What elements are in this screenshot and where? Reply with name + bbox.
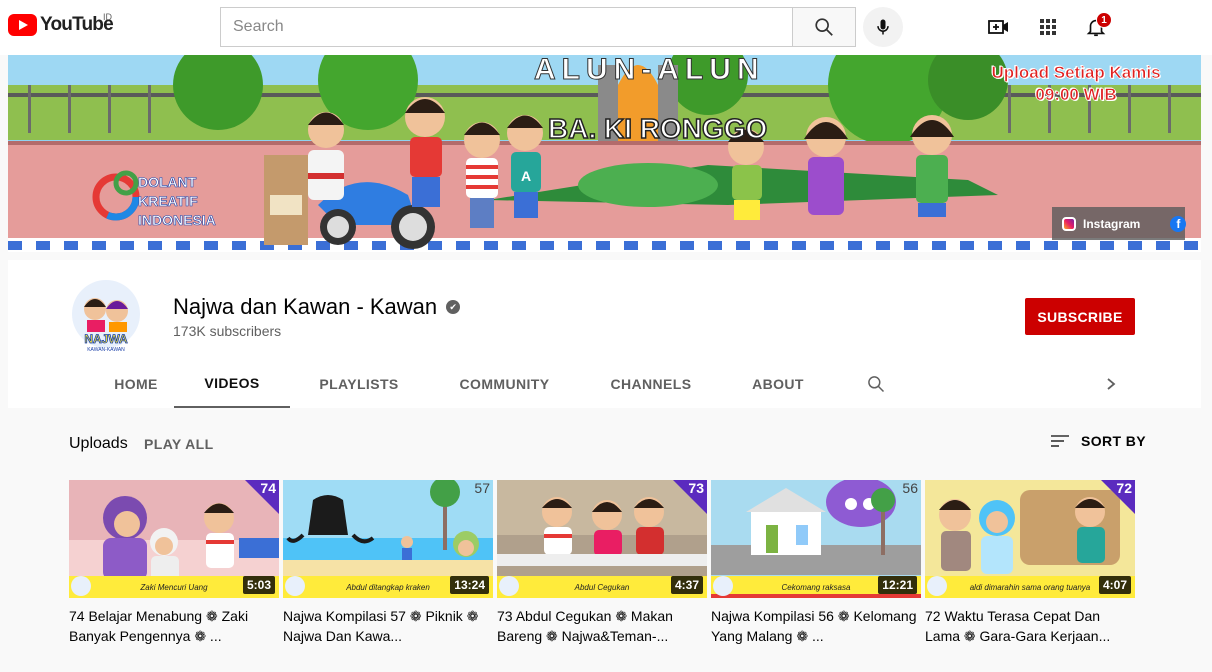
episode-number: 74: [260, 480, 276, 496]
video-thumbnail[interactable]: 57 Abdul ditangkap kraken 13:24: [283, 480, 493, 598]
video-title[interactable]: 74 Belajar Menabung ❁ Zaki Banyak Pengen…: [69, 606, 279, 646]
video-thumbnail[interactable]: 73 Abdul Cegukan 4:37: [497, 480, 707, 598]
play-all-button[interactable]: PLAY ALL: [144, 436, 214, 452]
subscriber-count: 173K subscribers: [173, 323, 282, 339]
youtube-play-icon: [8, 14, 37, 36]
instagram-icon: [1062, 216, 1076, 231]
channel-search-button[interactable]: [858, 360, 894, 408]
avatar-title: NAJWA: [84, 332, 128, 346]
create-button[interactable]: [986, 14, 1012, 40]
video-thumbnail[interactable]: 56 Cekomang raksasa 12:21: [711, 480, 921, 598]
brand-line-1: DOLANT: [138, 174, 197, 191]
video-duration: 5:03: [242, 576, 275, 594]
create-video-icon: [988, 20, 1008, 34]
voice-search-button[interactable]: [863, 7, 903, 47]
video-thumbnail[interactable]: 72 aldi dimarahin sama orang tuanya 4:07: [925, 480, 1135, 598]
channel-banner: A ALUN-ALUN BA. KI RONGGO Upload Setiap …: [8, 55, 1201, 252]
youtube-logo[interactable]: YouTube: [8, 14, 114, 36]
country-code: ID: [103, 12, 112, 22]
verified-icon: ✔: [446, 300, 461, 314]
video-card[interactable]: 56 Cekomang raksasa 12:21 Najwa Kompilas…: [711, 480, 921, 646]
mic-icon: [877, 19, 889, 35]
facebook-link[interactable]: f: [1170, 215, 1187, 232]
channel-name: Najwa dan Kawan - Kawan ✔: [173, 294, 461, 320]
video-duration: 12:21: [878, 576, 917, 594]
channel-avatar[interactable]: NAJWA KAWAN-KAWAN: [71, 277, 141, 357]
chevron-right-icon: [1107, 378, 1116, 390]
instagram-label: Instagram: [1083, 216, 1141, 231]
sort-by-label: SORT BY: [1081, 433, 1147, 449]
svg-text:A: A: [521, 168, 531, 184]
episode-number: 73: [688, 480, 704, 496]
upload-time: 09:00 WIB: [1035, 85, 1117, 105]
subscribe-button[interactable]: SUBSCRIBE: [1025, 298, 1135, 335]
channel-name-text: Najwa dan Kawan - Kawan: [173, 294, 438, 319]
tab-about[interactable]: ABOUT: [738, 360, 818, 408]
tabs-scroll-right-button[interactable]: [1096, 360, 1126, 408]
instagram-link[interactable]: Instagram: [1062, 216, 1141, 231]
tab-home[interactable]: HOME: [91, 360, 181, 408]
avatar-artwork: NAJWA KAWAN-KAWAN: [72, 280, 140, 353]
video-duration: 4:37: [670, 576, 703, 594]
search-icon: [868, 376, 885, 393]
brand-line-2: KREATIF: [138, 193, 198, 210]
upload-day: Upload Setiap Kamis: [991, 63, 1161, 83]
search-icon: [815, 18, 833, 36]
uploads-section: Uploads PLAY ALL SORT BY 74 Zaki Mencuri…: [8, 408, 1201, 672]
tab-videos[interactable]: VIDEOS: [174, 360, 290, 408]
banner-social-links: Instagram f: [1052, 207, 1187, 240]
video-duration: 4:07: [1098, 576, 1131, 594]
uploads-title: Uploads: [69, 435, 128, 452]
video-thumbnail[interactable]: 74 Zaki Mencuri Uang 5:03: [69, 480, 279, 598]
banner-brand-logo: DOLANT KREATIF INDONESIA: [138, 173, 216, 230]
notifications-button[interactable]: 1: [1083, 12, 1112, 40]
banner-title: ALUN-ALUN: [534, 55, 765, 87]
channel-header: NAJWA KAWAN-KAWAN Najwa dan Kawan - Kawa…: [8, 260, 1201, 408]
apps-grid-icon: [1040, 19, 1056, 35]
sort-by-button[interactable]: SORT BY: [1049, 433, 1146, 449]
banner-subtitle: BA. KI RONGGO: [547, 112, 768, 145]
top-bar: YouTube ID 1: [0, 0, 1212, 55]
video-title[interactable]: Najwa Kompilasi 56 ❁ Kelomang Yang Malan…: [711, 606, 921, 646]
video-card[interactable]: 74 Zaki Mencuri Uang 5:03 74 Belajar Men…: [69, 480, 279, 646]
banner-upload-schedule: Upload Setiap Kamis 09:00 WIB: [976, 62, 1176, 106]
episode-number: 57: [474, 480, 490, 496]
video-title[interactable]: Najwa Kompilasi 57 ❁ Piknik ❁ Najwa Dan …: [283, 606, 493, 646]
video-card[interactable]: 73 Abdul Cegukan 4:37 73 Abdul Cegukan ❁…: [497, 480, 707, 646]
video-title[interactable]: 72 Waktu Terasa Cepat Dan Lama ❁ Gara-Ga…: [925, 606, 1135, 646]
search-button[interactable]: [792, 7, 856, 47]
brand-line-3: INDONESIA: [138, 212, 216, 229]
logo-text: YouTube: [40, 14, 114, 35]
episode-number: 56: [902, 480, 918, 496]
search-box: [220, 7, 793, 47]
tab-community[interactable]: COMMUNITY: [448, 360, 561, 408]
tab-channels[interactable]: CHANNELS: [596, 360, 706, 408]
notification-badge: 1: [1096, 12, 1112, 28]
apps-button[interactable]: [1035, 14, 1061, 40]
video-card[interactable]: 72 aldi dimarahin sama orang tuanya 4:07…: [925, 480, 1135, 646]
episode-number: 72: [1116, 480, 1132, 496]
video-card[interactable]: 57 Abdul ditangkap kraken 13:24 Najwa Ko…: [283, 480, 493, 646]
avatar-subtitle: KAWAN-KAWAN: [87, 347, 125, 353]
facebook-icon: f: [1170, 215, 1187, 232]
sort-icon: [1051, 435, 1069, 447]
tab-playlists[interactable]: PLAYLISTS: [306, 360, 412, 408]
search-input[interactable]: [221, 8, 792, 46]
video-duration: 13:24: [450, 576, 489, 594]
video-title[interactable]: 73 Abdul Cegukan ❁ Makan Bareng ❁ Najwa&…: [497, 606, 707, 646]
